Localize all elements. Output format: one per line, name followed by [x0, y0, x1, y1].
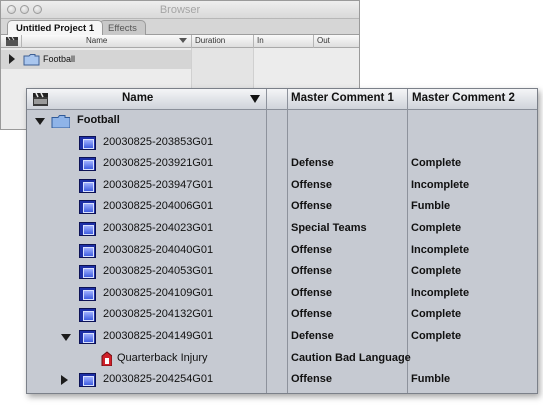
clip-name: 20030825-204040G01 — [103, 243, 214, 256]
column-name[interactable]: Name — [21, 35, 191, 48]
video-clip-icon — [79, 178, 96, 193]
clip-row[interactable]: 20030825-204132G01 Offense Complete — [27, 304, 537, 326]
disclosure-collapsed-icon[interactable] — [61, 375, 68, 386]
tab-effects[interactable]: Effects — [99, 20, 146, 35]
master-comment-2-cell[interactable]: Complete — [411, 330, 461, 342]
column-name-label[interactable]: Name — [122, 89, 153, 110]
window-title: Browser — [159, 4, 201, 16]
master-comment-1-cell[interactable]: Offense — [291, 244, 332, 256]
video-clip-icon — [79, 243, 96, 258]
master-comment-1-cell[interactable]: Defense — [291, 157, 334, 169]
browser-row-label: Football — [43, 54, 76, 64]
master-comment-1-cell[interactable]: Offense — [291, 308, 332, 320]
video-clip-icon — [79, 373, 96, 388]
bin-name: Football — [77, 114, 120, 126]
sort-arrow-icon[interactable] — [250, 95, 260, 103]
browser-column-header: Name Duration In Out — [1, 35, 359, 48]
clip-name: 20030825-204053G01 — [103, 265, 214, 278]
clip-row[interactable]: 20030825-204023G01 Special Teams Complete — [27, 218, 537, 240]
video-clip-icon — [79, 330, 96, 344]
clip-name: 20030825-203947G01 — [103, 178, 214, 191]
master-comment-2-cell[interactable]: Incomplete — [411, 287, 469, 299]
master-comment-2-cell[interactable]: Complete — [411, 265, 461, 277]
clip-name: 20030825-204023G01 — [103, 222, 214, 234]
disclosure-expanded-icon[interactable] — [61, 334, 71, 341]
disclosure-expanded-icon[interactable] — [35, 118, 45, 125]
clip-row[interactable]: 20030825-204040G01 Offense Incomplete — [27, 240, 537, 262]
video-clip-icon — [79, 200, 96, 215]
master-comment-1-cell[interactable]: Offense — [291, 287, 332, 299]
clip-name: 20030825-204149G01 — [103, 330, 214, 342]
column-out[interactable]: Out — [313, 35, 359, 48]
master-comment-2-cell[interactable]: Incomplete — [411, 179, 469, 191]
master-comment-2-cell[interactable]: Complete — [411, 157, 461, 169]
tab-bar: Effects Untitled Project 1 — [1, 19, 359, 35]
disclosure-triangle-icon[interactable] — [9, 54, 15, 64]
clip-name: 20030825-204254G01 — [103, 373, 214, 386]
browser-row-football[interactable]: Football — [1, 50, 191, 69]
master-comment-1-cell[interactable]: Defense — [291, 330, 334, 342]
video-clip-icon — [79, 265, 96, 280]
clip-name: 20030825-204109G01 — [103, 286, 214, 299]
master-comment-1-cell[interactable]: Offense — [291, 265, 332, 277]
bin-folder-icon — [51, 115, 70, 128]
clapper-icon[interactable] — [32, 92, 50, 107]
master-comment-2-cell[interactable]: Complete — [411, 222, 461, 234]
video-clip-icon — [79, 222, 96, 236]
marker-icon — [101, 350, 112, 366]
list-body: Football 20030825-203853G01 20030825-20392… — [27, 110, 537, 393]
master-comment-1-cell[interactable]: Offense — [291, 373, 332, 385]
clip-row[interactable]: 20030825-203921G01 Defense Complete — [27, 153, 537, 175]
master-comment-2-cell[interactable]: Complete — [411, 308, 461, 320]
list-column-header: Name Master Comment 1 Master Comment 2 — [27, 89, 537, 110]
video-clip-icon — [79, 157, 96, 172]
column-master-comment-1[interactable]: Master Comment 1 — [291, 89, 394, 110]
marker-name: Quarterback Injury — [117, 351, 208, 364]
master-comment-1-cell[interactable]: Caution Bad Language — [291, 352, 411, 364]
master-comment-1-cell[interactable]: Offense — [291, 200, 332, 212]
title-bar: Browser — [1, 1, 359, 19]
video-clip-icon — [79, 135, 96, 150]
master-comment-1-cell[interactable]: Special Teams — [291, 222, 367, 234]
bin-folder-icon — [23, 54, 40, 66]
clip-row[interactable]: 20030825-204254G01 Offense Fumble — [27, 369, 537, 391]
master-comment-2-cell[interactable]: Fumble — [411, 373, 450, 385]
tab-untitled-project[interactable]: Untitled Project 1 — [7, 20, 104, 35]
clip-row[interactable]: 20030825-203947G01 Offense Incomplete — [27, 175, 537, 197]
video-clip-icon — [79, 308, 96, 323]
clip-row[interactable]: 20030825-204006G01 Offense Fumble — [27, 196, 537, 218]
clapper-icon[interactable] — [5, 36, 19, 47]
column-master-comment-2[interactable]: Master Comment 2 — [412, 89, 515, 110]
master-comment-1-cell[interactable]: Offense — [291, 179, 332, 191]
column-in[interactable]: In — [253, 35, 313, 48]
clip-name: 20030825-203853G01 — [103, 135, 214, 148]
clip-row[interactable]: 20030825-204109G01 Offense Incomplete — [27, 283, 537, 305]
master-comment-2-cell[interactable]: Fumble — [411, 200, 450, 212]
sort-arrow-icon — [179, 38, 187, 43]
clip-row[interactable]: 20030825-203853G01 — [27, 132, 537, 154]
clip-row[interactable]: 20030825-204053G01 Offense Complete — [27, 261, 537, 283]
clip-row[interactable]: 20030825-204149G01 Defense Complete — [27, 326, 537, 348]
list-view: Name Master Comment 1 Master Comment 2 F… — [26, 88, 538, 394]
bin-row[interactable]: Football — [27, 110, 537, 132]
column-name-label: Name — [86, 36, 108, 45]
column-duration[interactable]: Duration — [191, 35, 253, 48]
master-comment-2-cell[interactable]: Incomplete — [411, 244, 469, 256]
clip-name: 20030825-204006G01 — [103, 200, 214, 213]
clip-name: 20030825-204132G01 — [103, 308, 214, 321]
marker-row[interactable]: Quarterback Injury Caution Bad Language — [27, 348, 537, 370]
clip-name: 20030825-203921G01 — [103, 157, 214, 170]
video-clip-icon — [79, 286, 96, 301]
